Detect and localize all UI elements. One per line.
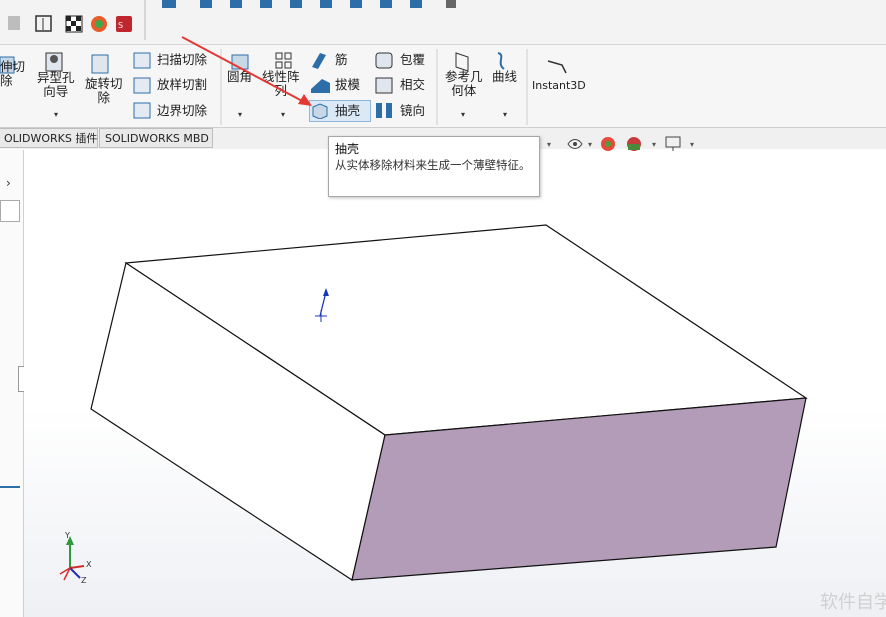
triad-x-label: X (86, 560, 92, 569)
axis-triad-icon (59, 536, 85, 581)
3d-block-model (59, 36, 808, 581)
shell-tooltip: 抽壳 从实体移除材料来生成一个薄壁特征。 (328, 136, 540, 197)
watermark-text: 软件自学网 (820, 592, 886, 613)
tooltip-title: 抽壳 (335, 142, 360, 156)
triad-y-label: Y (65, 531, 70, 540)
triad-z-label: Z (81, 576, 87, 585)
tooltip-description: 从实体移除材料来生成一个薄壁特征。 (335, 158, 531, 172)
annotation-arrow (181, 36, 312, 106)
